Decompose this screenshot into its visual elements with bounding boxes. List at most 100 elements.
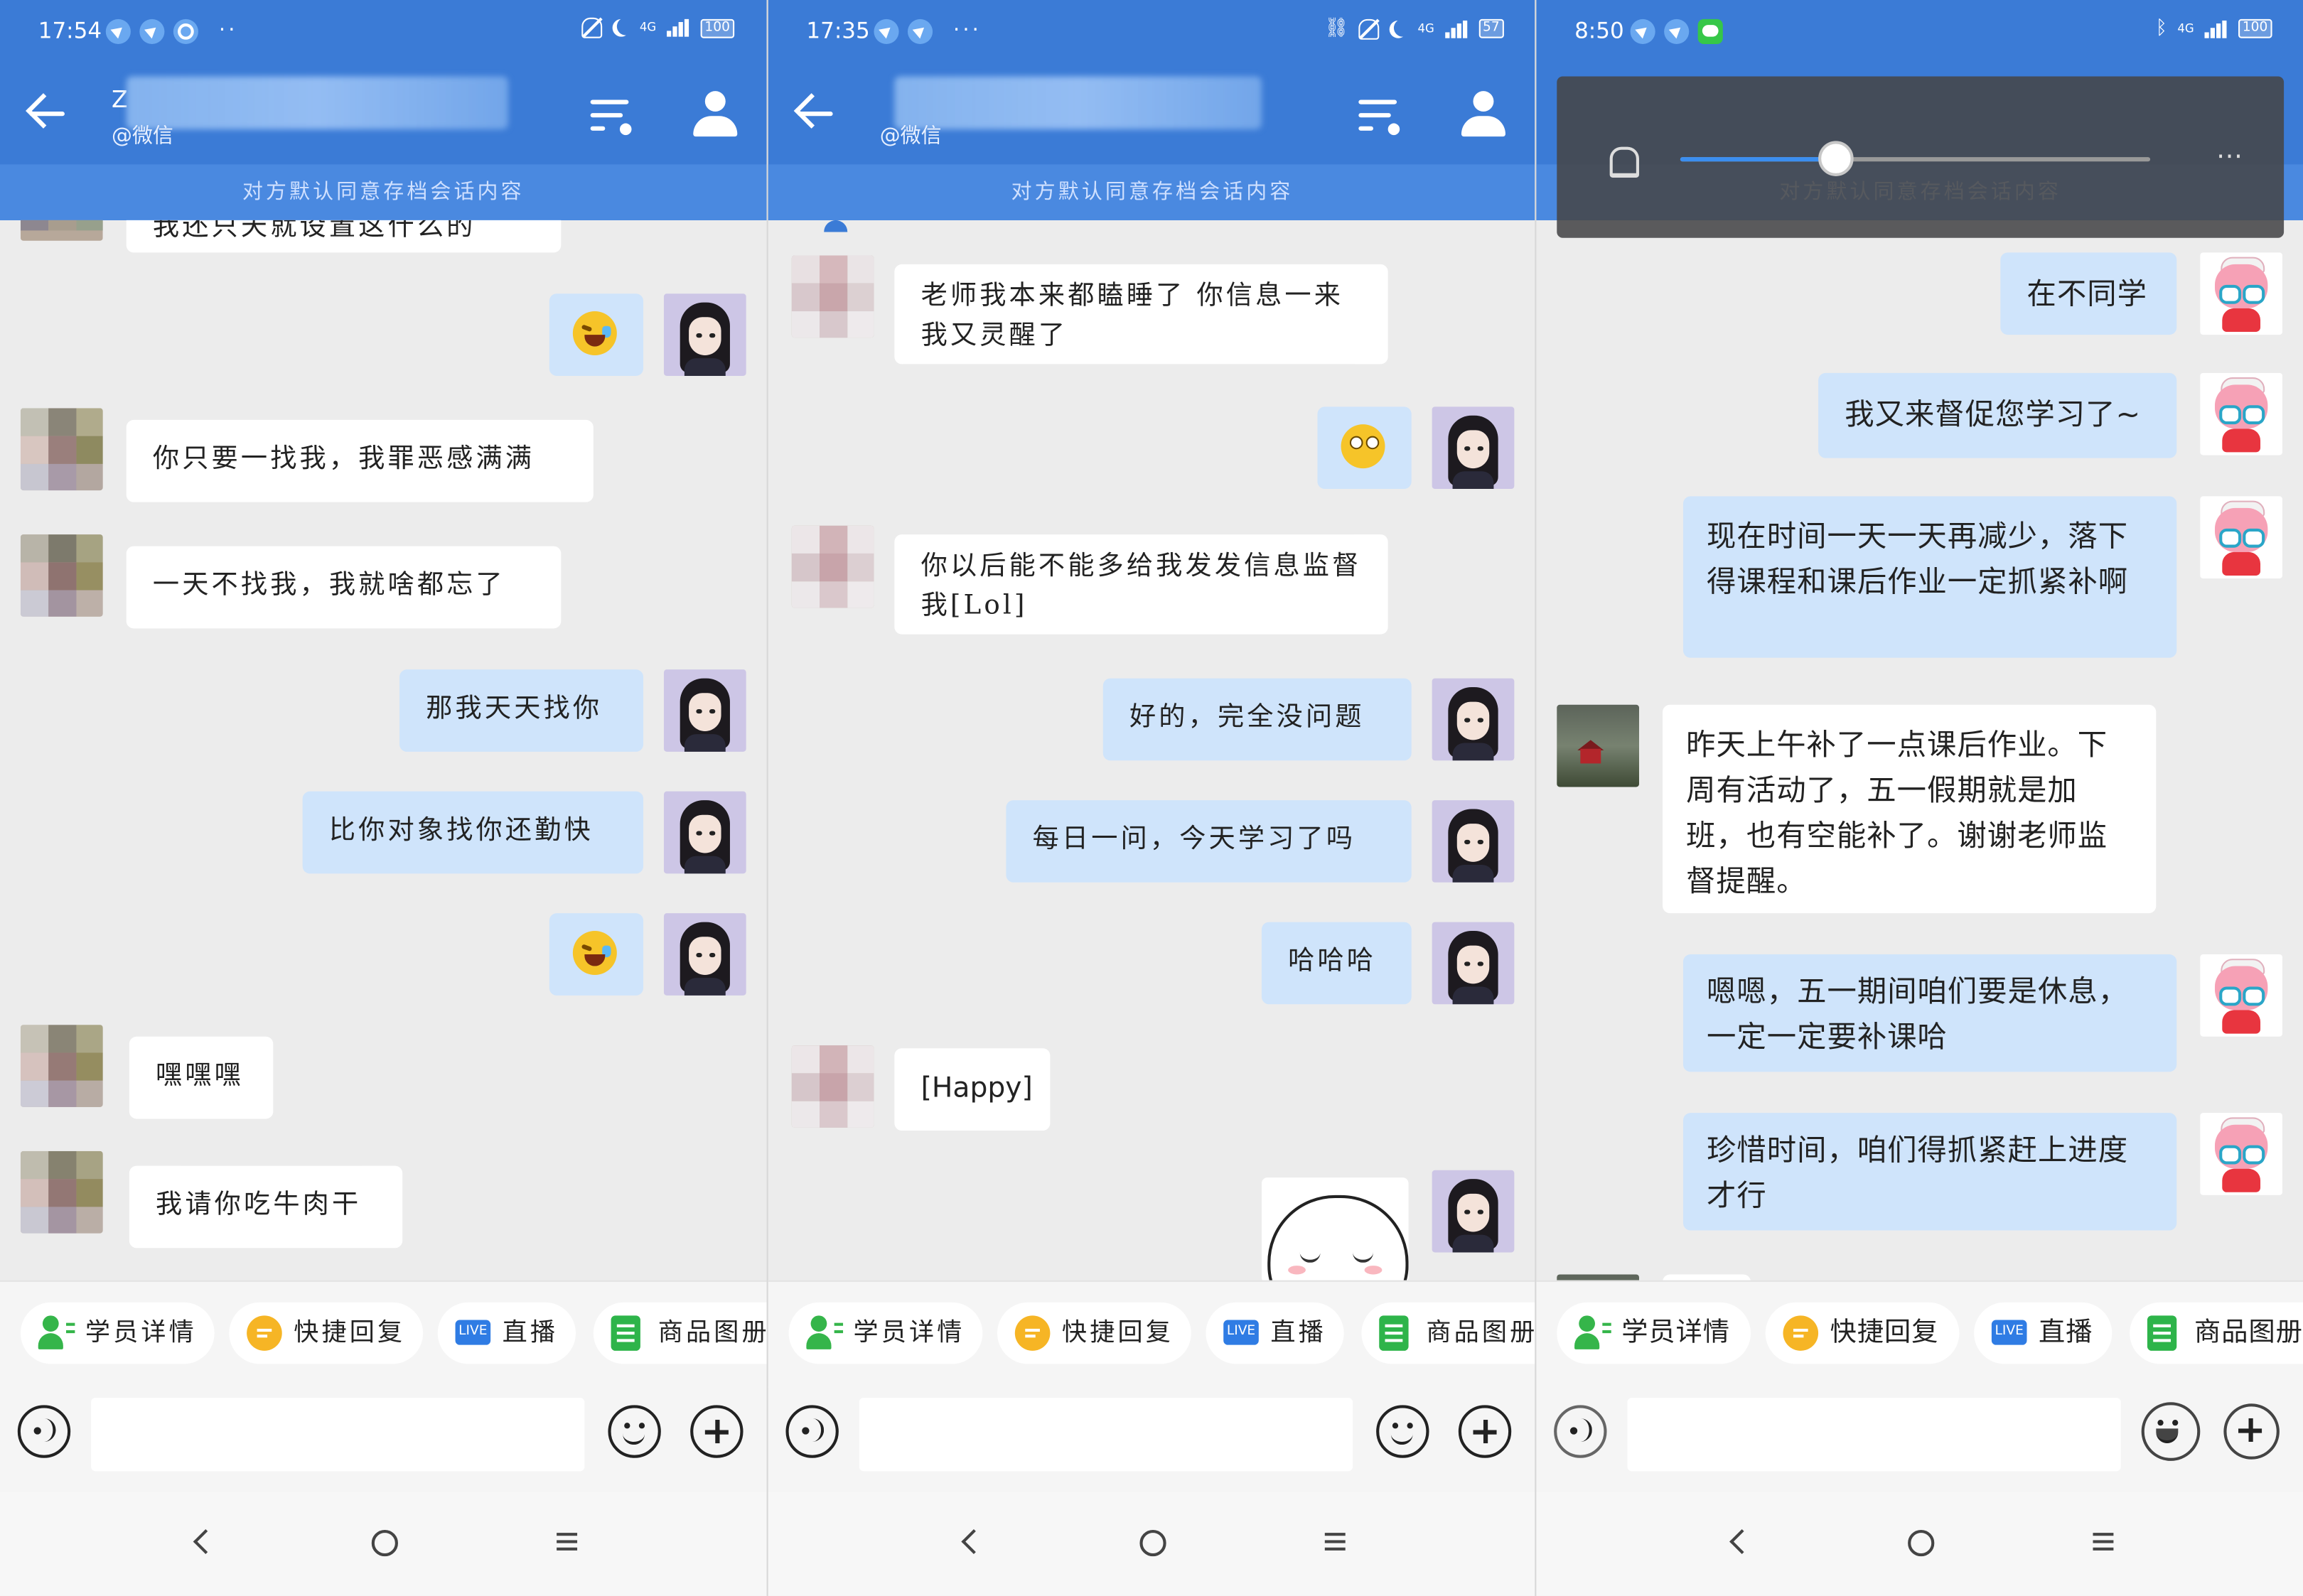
nav-menu-icon[interactable] xyxy=(2093,1533,2114,1536)
voice-icon[interactable] xyxy=(785,1405,839,1458)
voice-icon[interactable] xyxy=(17,1405,71,1458)
message-bubble-out[interactable]: 在不同学 xyxy=(2000,252,2177,335)
emoji-message-out[interactable] xyxy=(549,913,644,996)
my-avatar[interactable] xyxy=(663,293,746,376)
message-bubble-out[interactable]: 珍惜时间，咱们得抓紧赶上进度才行 xyxy=(1682,1113,2177,1231)
contact-avatar[interactable] xyxy=(20,1150,103,1234)
my-avatar[interactable] xyxy=(663,913,746,996)
volume-slider[interactable] xyxy=(1680,141,2151,176)
live-button[interactable]: LIVE 直播 xyxy=(1974,1302,2113,1364)
quick-reply-button[interactable]: 快捷回复 xyxy=(997,1302,1191,1364)
message-bubble-out[interactable]: 好的，完全没问题 xyxy=(1102,678,1412,761)
list-icon[interactable] xyxy=(1358,97,1400,136)
plus-icon[interactable] xyxy=(1458,1405,1512,1458)
message-bubble-out[interactable]: 我又来督促您学习了~ xyxy=(1818,372,2177,458)
my-avatar[interactable] xyxy=(2200,1113,2283,1195)
back-arrow-icon[interactable] xyxy=(795,91,833,135)
sticker-message-out[interactable] xyxy=(1261,1177,1409,1280)
message-bubble-in[interactable]: 一天不找我，我就啥都忘了 xyxy=(126,546,562,629)
message-bubble-out[interactable]: 比你对象找你还勤快 xyxy=(302,791,644,874)
message-bubble-in[interactable]: 嘿嘿嘿 xyxy=(129,1036,274,1119)
list-icon[interactable] xyxy=(590,97,632,136)
contact-avatar[interactable] xyxy=(791,1045,874,1128)
volume-settings-icon[interactable]: ⋯ xyxy=(2216,141,2243,171)
message-bubble-in[interactable]: 你以后能不能多给我发发信息监督我[Lol] xyxy=(894,534,1388,635)
message-bubble-out[interactable]: 那我天天找你 xyxy=(399,669,644,752)
plus-icon[interactable] xyxy=(690,1405,743,1458)
emoji-message-out[interactable] xyxy=(549,293,644,376)
ringer-bell-icon[interactable] xyxy=(1609,146,1639,178)
phone-screen-1: 17:54 ·· 4G 100 Z @微信 对方默认同意存档会话内容 我还只天就… xyxy=(0,0,767,1596)
nav-menu-icon[interactable] xyxy=(557,1533,578,1536)
message-bubble-in[interactable] xyxy=(1663,1274,1751,1280)
nav-home-icon[interactable] xyxy=(1908,1529,1935,1557)
nav-back-icon[interactable] xyxy=(961,1528,987,1555)
voice-icon[interactable] xyxy=(1554,1405,1607,1458)
my-avatar[interactable] xyxy=(1432,1170,1515,1253)
back-arrow-icon[interactable] xyxy=(26,91,65,135)
nav-back-icon[interactable] xyxy=(193,1528,218,1555)
message-bubble-in[interactable]: [Happy] xyxy=(894,1048,1051,1131)
student-details-button[interactable]: 学员详情 xyxy=(20,1302,215,1364)
nav-menu-icon[interactable] xyxy=(1324,1533,1346,1536)
contact-avatar[interactable] xyxy=(791,255,874,338)
my-avatar[interactable] xyxy=(2200,496,2283,579)
live-button[interactable]: LIVE 直播 xyxy=(1206,1302,1344,1364)
message-input[interactable] xyxy=(1627,1398,2121,1472)
product-catalog-button[interactable]: 商品图册 xyxy=(593,1302,767,1364)
contact-avatar[interactable] xyxy=(20,1025,103,1107)
message-bubble-in[interactable]: 我请你吃牛肉干 xyxy=(129,1165,403,1249)
message-bubble-in[interactable]: 你只要一找我，我罪恶感满满 xyxy=(126,419,594,502)
nav-home-icon[interactable] xyxy=(371,1529,398,1557)
my-avatar[interactable] xyxy=(2200,252,2283,335)
message-bubble-in[interactable]: 我还只天就设置这什么的 xyxy=(126,220,562,253)
student-icon xyxy=(38,1315,75,1351)
chat-area[interactable]: 在不同学 我又来督促您学习了~ 现在时间一天一天再减少，落下得课程和课后作业一定… xyxy=(1536,220,2303,1280)
my-avatar[interactable] xyxy=(1432,800,1515,883)
my-avatar[interactable] xyxy=(663,791,746,874)
plus-icon[interactable] xyxy=(2223,1403,2280,1460)
emoji-icon[interactable] xyxy=(2141,1402,2201,1461)
emoji-icon[interactable] xyxy=(608,1405,661,1458)
contact-avatar[interactable] xyxy=(20,408,103,491)
my-avatar[interactable] xyxy=(1432,922,1515,1005)
chat-area[interactable]: 我还只天就设置这什么的 你只要一找我，我罪恶感满满 一天不找我，我就啥都忘了 那… xyxy=(0,220,767,1280)
live-button[interactable]: LIVE 直播 xyxy=(437,1302,576,1364)
chat-area[interactable]: 老师我本来都瞌睡了 你信息一来我又灵醒了 你以后能不能多给我发发信息监督我[Lo… xyxy=(768,220,1537,1280)
my-avatar[interactable] xyxy=(2200,372,2283,455)
nav-back-icon[interactable] xyxy=(1729,1528,1755,1555)
product-catalog-button[interactable]: 商品图册 xyxy=(1361,1302,1537,1364)
battery-indicator: 57 xyxy=(1478,18,1504,38)
contact-avatar[interactable] xyxy=(1557,1274,1639,1280)
my-avatar[interactable] xyxy=(1432,678,1515,761)
student-details-button[interactable]: 学员详情 xyxy=(788,1302,983,1364)
quick-reply-button[interactable]: 快捷回复 xyxy=(1765,1302,1960,1364)
battery-indicator: 100 xyxy=(2238,18,2272,38)
message-bubble-in[interactable]: 老师我本来都瞌睡了 你信息一来我又灵醒了 xyxy=(894,264,1388,365)
my-avatar[interactable] xyxy=(663,669,746,752)
contact-avatar[interactable] xyxy=(20,220,103,241)
volume-slider-handle[interactable] xyxy=(1818,141,1854,176)
product-catalog-button[interactable]: 商品图册 xyxy=(2130,1302,2303,1364)
message-bubble-out[interactable]: 嗯嗯，五一期间咱们要是休息，一定一定要补课哈 xyxy=(1682,954,2177,1072)
message-bubble-out[interactable]: 现在时间一天一天再减少，落下得课程和课后作业一定抓紧补啊 xyxy=(1682,496,2177,658)
person-icon[interactable] xyxy=(693,91,738,138)
message-input[interactable] xyxy=(91,1398,585,1472)
message-bubble-out[interactable]: 每日一问，今天学习了吗 xyxy=(1006,800,1412,883)
emoji-icon[interactable] xyxy=(1376,1405,1429,1458)
student-details-button[interactable]: 学员详情 xyxy=(1557,1302,1751,1364)
message-bubble-in[interactable]: 昨天上午补了一点课后作业。下周有活动了，五一假期就是加班，也有空能补了。谢谢老师… xyxy=(1663,704,2157,914)
status-notifications: ··· xyxy=(874,18,982,44)
contact-avatar[interactable] xyxy=(1557,704,1639,787)
contact-avatar[interactable] xyxy=(791,525,874,608)
system-nav-bar xyxy=(768,1492,1537,1596)
nav-home-icon[interactable] xyxy=(1139,1529,1166,1557)
emoji-message-out[interactable] xyxy=(1317,406,1412,490)
person-icon[interactable] xyxy=(1461,91,1505,138)
contact-avatar[interactable] xyxy=(20,534,103,617)
message-bubble-out[interactable]: 哈哈哈 xyxy=(1261,922,1412,1005)
quick-reply-button[interactable]: 快捷回复 xyxy=(229,1302,424,1364)
message-input[interactable] xyxy=(859,1398,1353,1472)
my-avatar[interactable] xyxy=(2200,954,2283,1037)
my-avatar[interactable] xyxy=(1432,406,1515,490)
